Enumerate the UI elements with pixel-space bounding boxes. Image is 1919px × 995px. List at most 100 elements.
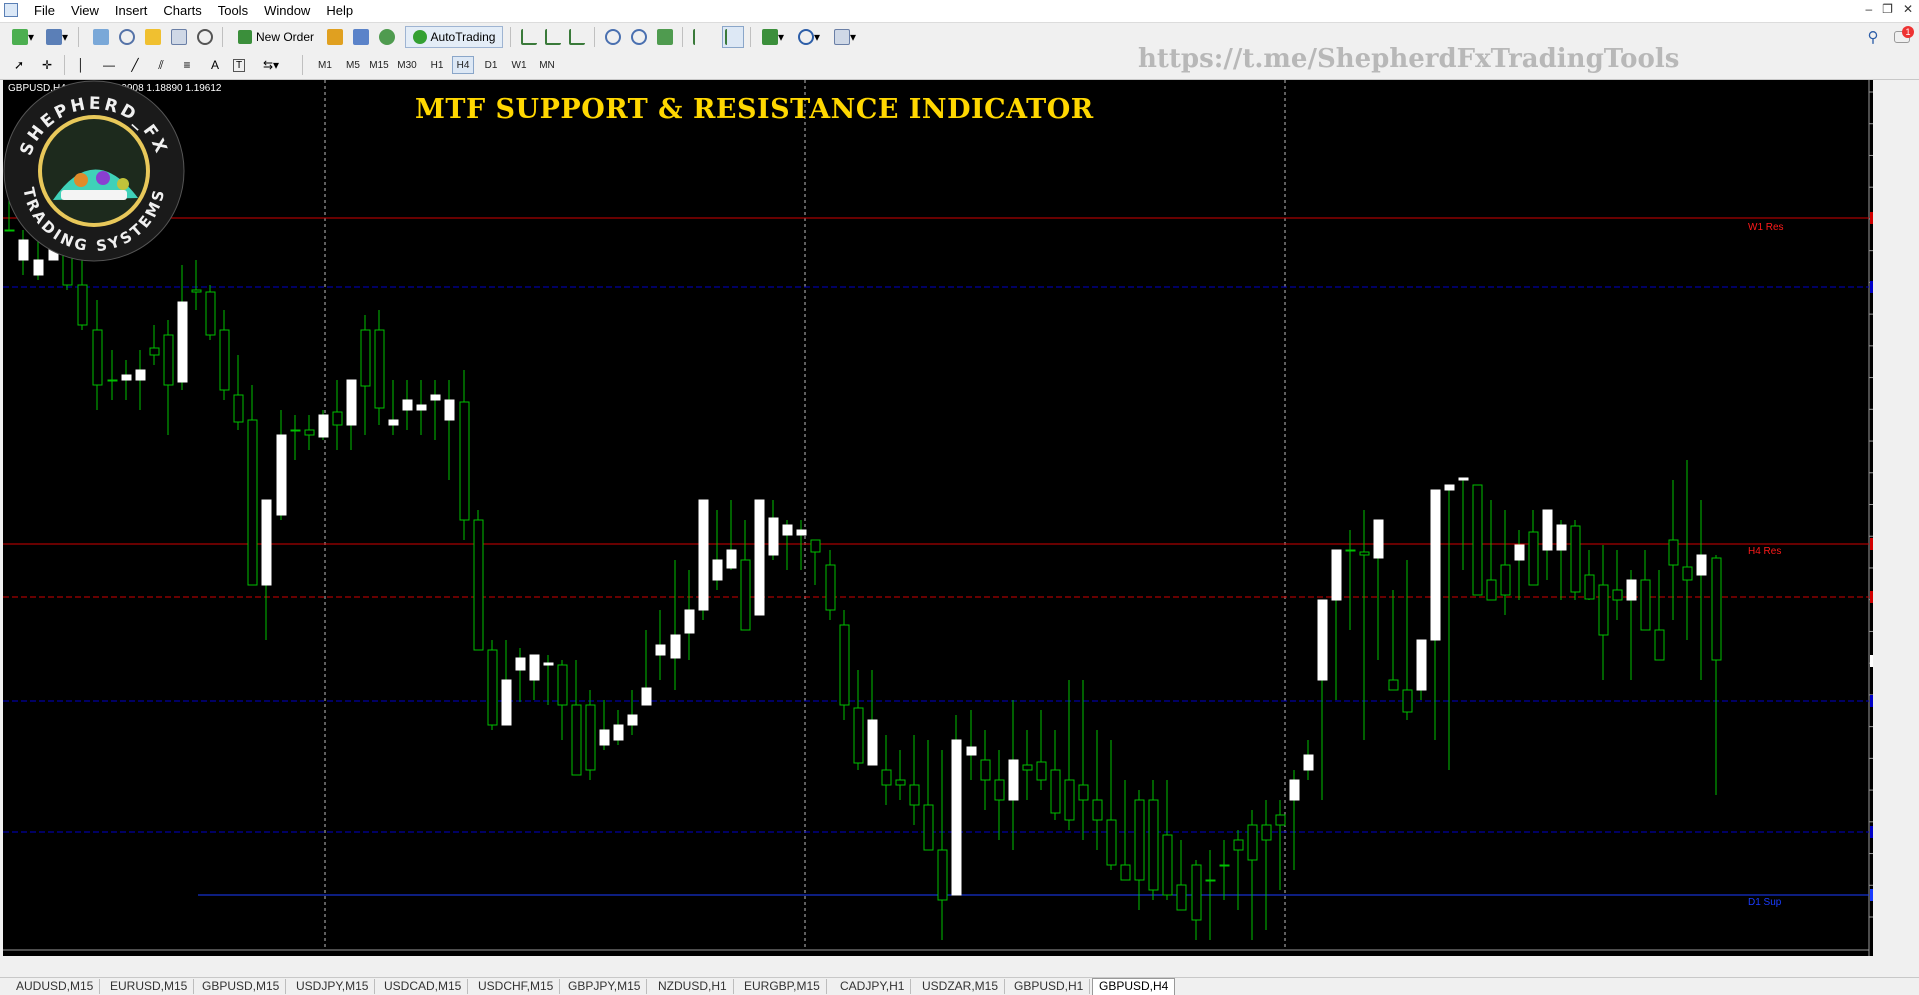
cursor-button[interactable]: ➚: [8, 54, 30, 76]
timeframe-m30[interactable]: M30: [396, 56, 418, 74]
zoom-in-icon: [605, 29, 621, 45]
candle-body: [1430, 489, 1441, 641]
notifications-button[interactable]: 1: [1890, 26, 1914, 48]
market-watch-icon: [93, 29, 109, 45]
profiles-button[interactable]: ▾: [42, 26, 72, 48]
navigator-button[interactable]: [142, 26, 164, 48]
timeframe-h4[interactable]: H4: [452, 56, 474, 74]
tile-windows-button[interactable]: [654, 26, 676, 48]
channel-icon: ⫽: [158, 57, 164, 72]
periods-button[interactable]: ▾: [794, 26, 824, 48]
chart-tab[interactable]: USDJPY,M15: [290, 979, 376, 994]
price-chart[interactable]: 1.224301.222401.220501.218601.216701.214…: [3, 80, 1873, 956]
candle-body: [1275, 814, 1286, 826]
search-button[interactable]: ⚲: [1862, 26, 1884, 48]
chart-tab[interactable]: GBPJPY,M15: [562, 979, 648, 994]
candle-body: [1640, 579, 1651, 631]
menu-insert[interactable]: Insert: [107, 0, 156, 22]
autotrading-button[interactable]: AutoTrading: [405, 26, 503, 48]
chart-tab[interactable]: EURUSD,M15: [104, 979, 195, 994]
candle-body: [670, 634, 681, 659]
candle-body: [1162, 834, 1173, 896]
candle-body: [515, 657, 526, 671]
close-icon[interactable]: ✕: [1903, 2, 1913, 16]
profiles-icon: [45, 29, 62, 45]
arrows-button[interactable]: ⇆▾: [256, 54, 286, 76]
candle-body: [205, 291, 216, 336]
text-button[interactable]: A: [204, 54, 226, 76]
indicators-button[interactable]: ▾: [758, 26, 788, 48]
text-label-button[interactable]: T: [228, 54, 250, 76]
new-order-icon: [237, 30, 252, 44]
crosshair-button[interactable]: ✛: [36, 54, 58, 76]
chart-shift-button[interactable]: [722, 26, 744, 48]
candle-body: [360, 329, 371, 387]
channel-button[interactable]: ⫽: [150, 54, 172, 76]
gold-button[interactable]: [324, 26, 346, 48]
chart-tab[interactable]: NZDUSD,H1: [652, 979, 734, 994]
menu-tools[interactable]: Tools: [210, 0, 256, 22]
chart-window[interactable]: 1.224301.222401.220501.218601.216701.214…: [3, 80, 1873, 956]
horizontal-line-button[interactable]: —: [98, 54, 120, 76]
candle-body: [1106, 819, 1117, 866]
templates-button[interactable]: ▾: [830, 26, 860, 48]
signals-button[interactable]: [350, 26, 372, 48]
candle-body: [261, 499, 272, 586]
menu-help[interactable]: Help: [318, 0, 361, 22]
timeframe-mn[interactable]: MN: [536, 56, 558, 74]
bar-chart-button[interactable]: [518, 26, 540, 48]
candle-body: [655, 644, 666, 656]
trendline-button[interactable]: ╱: [124, 54, 146, 76]
candle-body: [1388, 679, 1399, 691]
timeframe-m1[interactable]: M1: [314, 56, 336, 74]
candle-body: [1570, 525, 1581, 593]
zoom-in-button[interactable]: [602, 26, 624, 48]
candle-body: [1303, 754, 1314, 771]
data-window-button[interactable]: [116, 26, 138, 48]
chart-tab[interactable]: CADJPY,H1: [834, 979, 912, 994]
chart-tab[interactable]: USDZAR,M15: [916, 979, 1006, 994]
candle-body: [966, 746, 977, 756]
chart-tab[interactable]: USDCHF,M15: [472, 979, 561, 994]
chart-tab[interactable]: AUDUSD,M15: [10, 979, 101, 994]
chart-tab[interactable]: GBPUSD,H4: [1092, 978, 1176, 995]
new-chart-button[interactable]: ▾: [8, 26, 38, 48]
candle-body: [613, 724, 624, 741]
timeframe-d1[interactable]: D1: [480, 56, 502, 74]
chart-tab[interactable]: EURGBP,M15: [738, 979, 827, 994]
sr-level-label: H4 Res: [1748, 546, 1781, 557]
chart-tab[interactable]: USDCAD,M15: [378, 979, 469, 994]
menu-file[interactable]: File: [26, 0, 63, 22]
menu-window[interactable]: Window: [256, 0, 318, 22]
zoom-out-button[interactable]: [628, 26, 650, 48]
restore-icon[interactable]: ❐: [1882, 2, 1893, 16]
candlestick-button[interactable]: [542, 26, 564, 48]
timeframe-w1[interactable]: W1: [508, 56, 530, 74]
market-watch-button[interactable]: [90, 26, 112, 48]
candle-body: [754, 499, 765, 616]
notification-badge: 1: [1902, 26, 1914, 38]
candle-body: [627, 714, 638, 726]
strategy-tester-button[interactable]: [194, 26, 216, 48]
chart-tab[interactable]: GBPUSD,M15: [196, 979, 287, 994]
indicators-icon: [761, 29, 778, 45]
minimize-icon[interactable]: –: [1865, 2, 1872, 16]
terminal-button[interactable]: [168, 26, 190, 48]
vertical-line-button[interactable]: │: [70, 54, 92, 76]
timeframe-h1[interactable]: H1: [426, 56, 448, 74]
window-controls: – ❐ ✕: [1865, 2, 1913, 16]
timeframe-m15[interactable]: M15: [368, 56, 390, 74]
auto-scroll-button[interactable]: [690, 26, 712, 48]
line-chart-button[interactable]: [566, 26, 588, 48]
candle-body: [374, 329, 385, 409]
menu-charts[interactable]: Charts: [155, 0, 209, 22]
fibonacci-button[interactable]: ≡: [176, 54, 198, 76]
menu-view[interactable]: View: [63, 0, 107, 22]
chart-tab[interactable]: GBPUSD,H1: [1008, 979, 1091, 994]
new-order-button[interactable]: New Order: [232, 26, 320, 48]
timeframe-m5[interactable]: M5: [342, 56, 364, 74]
metaeditor-button[interactable]: [376, 26, 398, 48]
candle-body: [712, 559, 723, 581]
candle-body: [994, 779, 1005, 801]
candle-body: [1682, 566, 1693, 581]
